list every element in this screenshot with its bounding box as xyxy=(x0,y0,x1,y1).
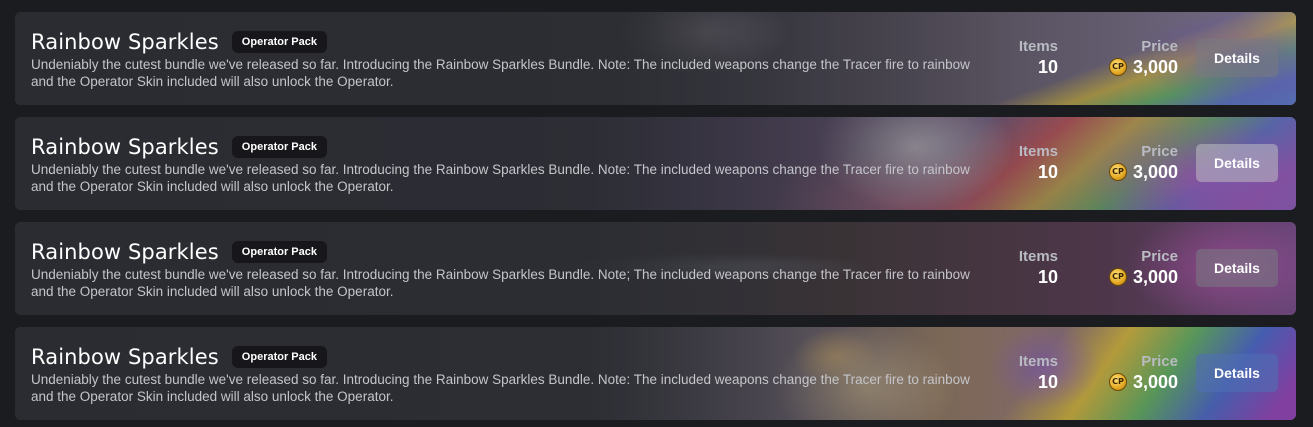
items-stat: Items 10 xyxy=(1019,353,1058,393)
bundle-type-badge: Operator Pack xyxy=(231,136,327,158)
bundle-title: Rainbow Sparkles xyxy=(31,345,219,369)
cp-coin-icon: CP xyxy=(1108,373,1127,391)
bundle-card[interactable]: Rainbow Sparkles Operator Pack Undeniabl… xyxy=(15,327,1296,420)
items-stat: Items 10 xyxy=(1019,248,1058,288)
bundle-type-badge: Operator Pack xyxy=(231,346,327,368)
bundle-description: Undeniably the cutest bundle we've relea… xyxy=(31,57,970,89)
cp-coin-icon: CP xyxy=(1108,163,1127,181)
price-label: Price xyxy=(1141,248,1178,265)
items-count: 10 xyxy=(1037,162,1058,182)
bundle-title: Rainbow Sparkles xyxy=(31,135,219,159)
price-value: 3,000 xyxy=(1132,57,1178,77)
price-value: 3,000 xyxy=(1132,162,1178,182)
bundle-title: Rainbow Sparkles xyxy=(31,240,219,264)
bundle-card[interactable]: Rainbow Sparkles Operator Pack Undeniabl… xyxy=(15,222,1296,315)
price-stat: Price CP 3,000 xyxy=(1108,38,1178,78)
bundle-type-badge: Operator Pack xyxy=(231,31,327,53)
bundle-title: Rainbow Sparkles xyxy=(31,30,219,54)
items-label: Items xyxy=(1018,248,1058,265)
items-stat: Items 10 xyxy=(1019,143,1058,183)
price-value: 3,000 xyxy=(1132,267,1178,287)
items-label: Items xyxy=(1018,143,1058,160)
price-value: 3,000 xyxy=(1132,372,1178,392)
price-stat: Price CP 3,000 xyxy=(1108,143,1178,183)
bundle-description: Undeniably the cutest bundle we've relea… xyxy=(31,372,970,404)
items-count: 10 xyxy=(1037,372,1058,392)
bundle-type-badge: Operator Pack xyxy=(231,241,327,263)
bundle-description: Undeniably the cutest bundle we've relea… xyxy=(31,267,970,299)
details-button[interactable]: Details xyxy=(1196,39,1278,77)
bundle-list: Rainbow Sparkles Operator Pack Undeniabl… xyxy=(0,0,1313,427)
cp-coin-icon: CP xyxy=(1108,268,1127,286)
items-count: 10 xyxy=(1037,267,1058,287)
items-stat: Items 10 xyxy=(1019,38,1058,78)
price-stat: Price CP 3,000 xyxy=(1108,248,1178,288)
items-label: Items xyxy=(1018,353,1058,370)
bundle-card[interactable]: Rainbow Sparkles Operator Pack Undeniabl… xyxy=(15,117,1296,210)
bundle-card[interactable]: Rainbow Sparkles Operator Pack Undeniabl… xyxy=(15,12,1296,105)
bundle-description: Undeniably the cutest bundle we've relea… xyxy=(31,162,970,194)
price-label: Price xyxy=(1141,38,1178,55)
details-button[interactable]: Details xyxy=(1196,249,1278,287)
price-stat: Price CP 3,000 xyxy=(1108,353,1178,393)
price-label: Price xyxy=(1141,143,1178,160)
details-button[interactable]: Details xyxy=(1196,354,1278,392)
items-label: Items xyxy=(1018,38,1058,55)
details-button[interactable]: Details xyxy=(1196,144,1278,182)
price-label: Price xyxy=(1141,353,1178,370)
items-count: 10 xyxy=(1037,57,1058,77)
cp-coin-icon: CP xyxy=(1108,58,1127,76)
